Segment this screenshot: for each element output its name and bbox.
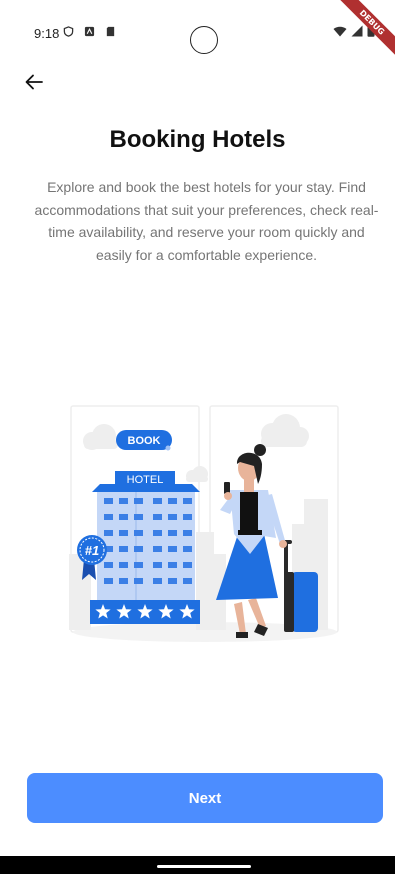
debug-banner: DEBUG: [315, 0, 395, 80]
wifi-icon: [333, 26, 347, 36]
hotel-window: [153, 562, 162, 568]
hotel-window: [104, 514, 113, 520]
page-description: Explore and book the best hotels for you…: [34, 179, 379, 263]
hotel-window: [168, 546, 177, 552]
hotel-window: [153, 530, 162, 536]
traveler-woman: [216, 444, 287, 638]
sparkle: [165, 445, 171, 451]
hotel-window: [104, 562, 113, 568]
hotel-window: [134, 514, 143, 520]
next-button[interactable]: Next: [27, 773, 383, 823]
hotel-window: [153, 514, 162, 520]
suitcase: [292, 572, 318, 632]
signal-icon: [351, 25, 363, 37]
back-button[interactable]: [22, 70, 46, 94]
phone-screen: 9:18 DEBUG Booking Hotels Explore and bo…: [0, 0, 395, 874]
hotel-window: [134, 578, 143, 584]
battery-icon: [367, 25, 375, 37]
hotel-window: [168, 562, 177, 568]
hotel-window: [119, 498, 128, 504]
hotel-window: [168, 498, 177, 504]
hotel-window: [119, 530, 128, 536]
hotel-window: [134, 546, 143, 552]
hotel-window: [183, 514, 192, 520]
status-bar: 9:18 DEBUG: [0, 0, 395, 60]
book-badge-label: BOOK: [128, 435, 161, 447]
hotel-window: [134, 562, 143, 568]
hotel-window: [183, 562, 192, 568]
page-title: Booking Hotels: [109, 126, 286, 153]
home-indicator[interactable]: [157, 865, 251, 868]
rank-badge-label: #1: [85, 543, 99, 558]
hotel-window: [168, 530, 177, 536]
hotel-window: [104, 498, 113, 504]
hotel-booking-illustration: BOOK HOTEL #1: [69, 405, 339, 642]
hotel-window: [183, 530, 192, 536]
hotel-window: [119, 546, 128, 552]
hotel-window: [168, 578, 177, 584]
system-navigation-bar: [0, 856, 395, 874]
shield-icon: [63, 26, 74, 37]
camera-cutout: [190, 26, 218, 54]
hotel-window: [134, 530, 143, 536]
hotel-window: [134, 498, 143, 504]
sd-card-icon: [106, 26, 115, 37]
hotel-window: [104, 530, 113, 536]
status-icons-left: [63, 26, 116, 37]
hotel-window: [153, 578, 162, 584]
hotel-window: [183, 578, 192, 584]
hotel-window: [153, 498, 162, 504]
hotel-window: [104, 578, 113, 584]
app-notification-icon: [84, 26, 95, 37]
status-time: 9:18: [34, 26, 60, 41]
hotel-window: [168, 514, 177, 520]
hotel-roof: [92, 484, 200, 492]
hotel-window: [119, 562, 128, 568]
hotel-window: [183, 498, 192, 504]
hotel-window: [119, 514, 128, 520]
hotel-window: [153, 546, 162, 552]
suitcase-side: [284, 572, 294, 632]
hotel-window: [183, 546, 192, 552]
hotel-window: [119, 578, 128, 584]
status-icons-right: [333, 25, 375, 37]
arrow-left-icon: [25, 74, 43, 90]
